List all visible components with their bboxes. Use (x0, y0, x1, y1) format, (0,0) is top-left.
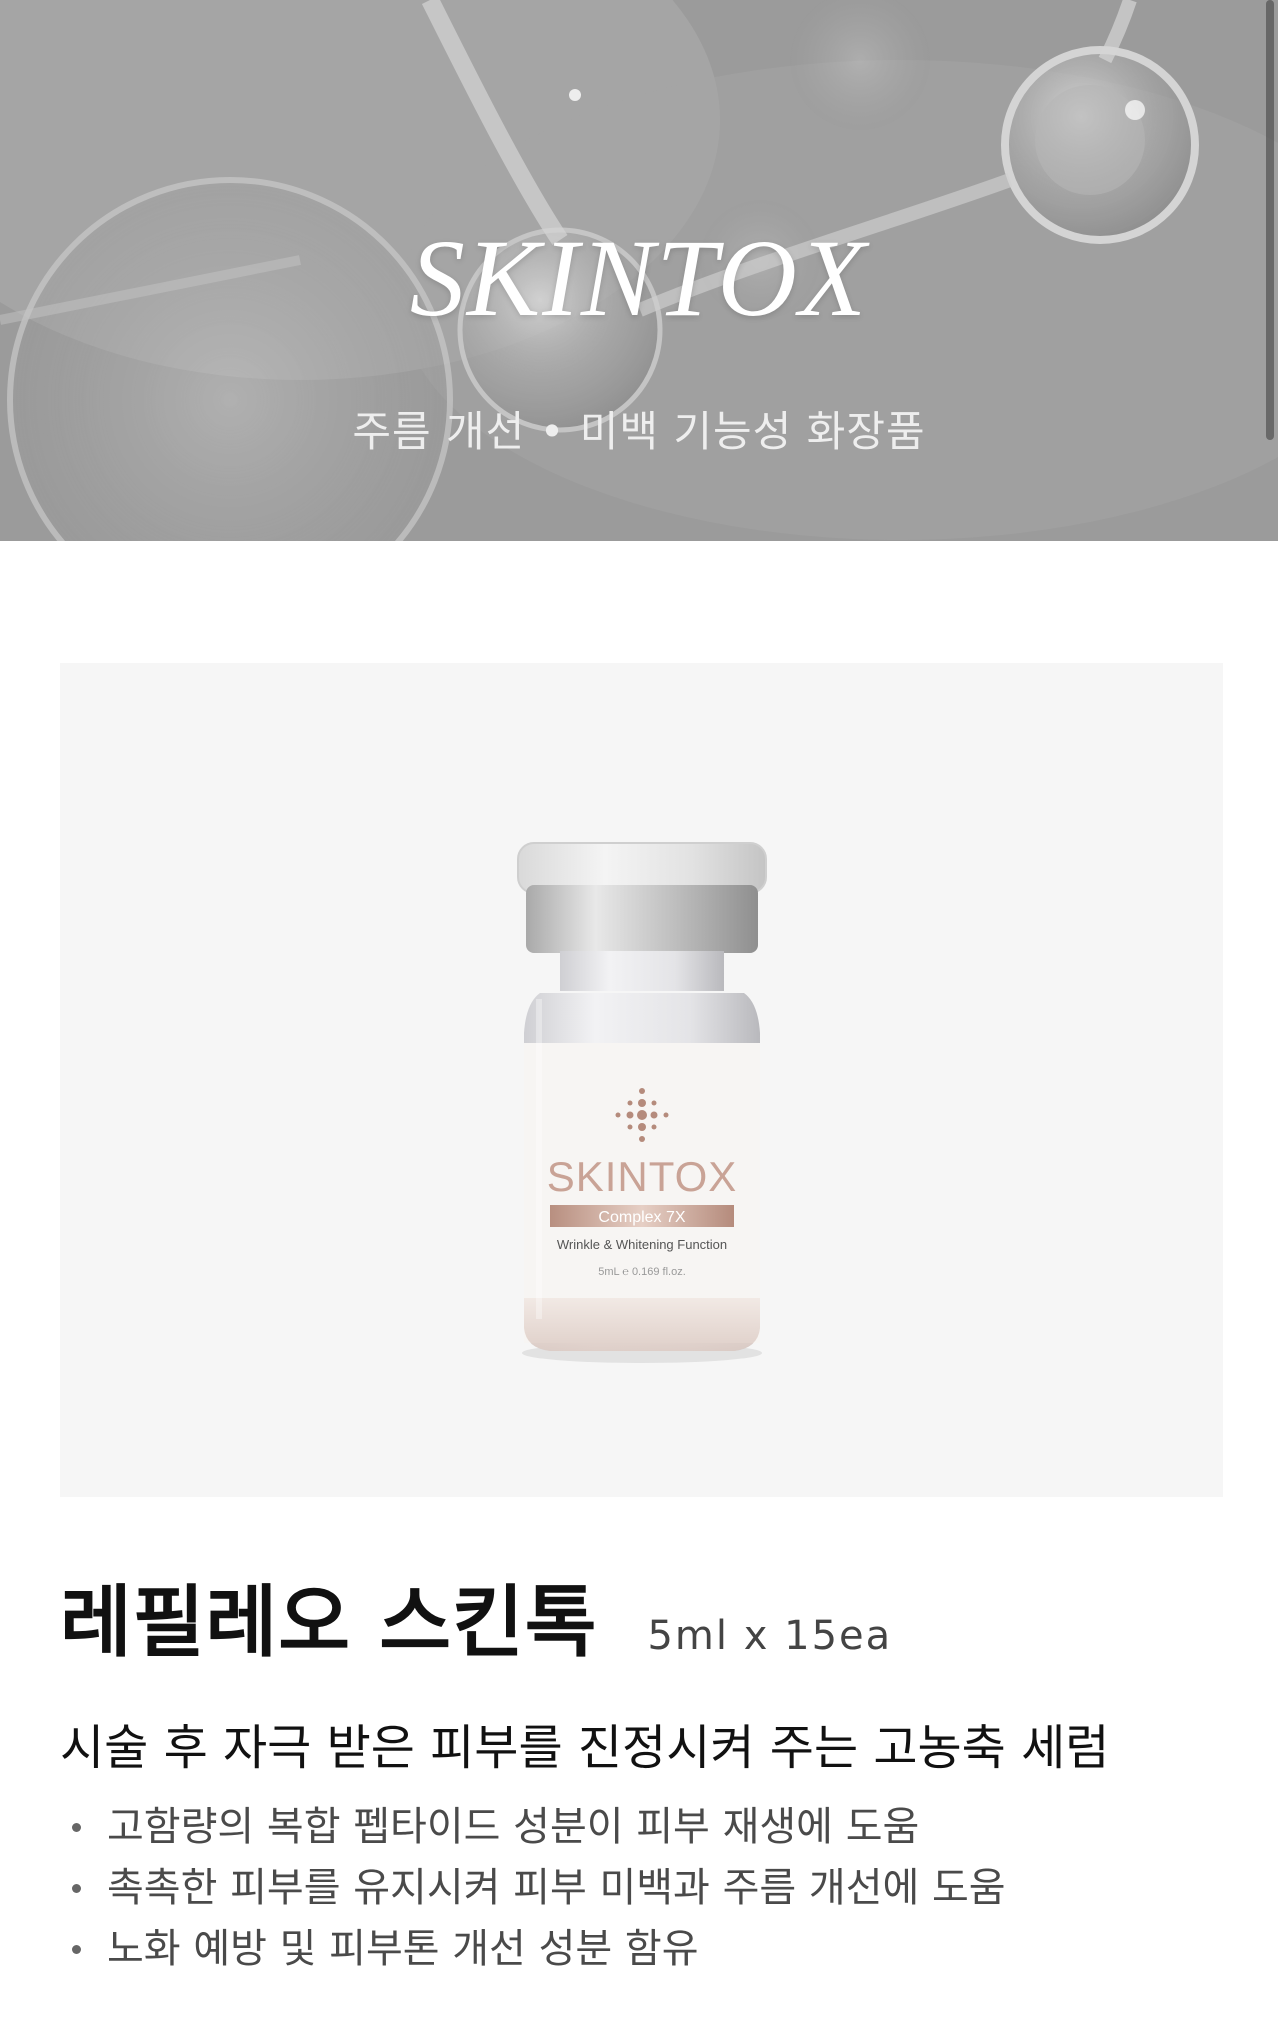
product-vial-image: SKINTOX Complex 7X Wrinkle & Whitening F… (517, 842, 767, 1363)
scrollbar-thumb[interactable] (1266, 0, 1274, 440)
feature-item: 촉촉한 피부를 유지시켜 피부 미백과 주름 개선에 도움 (60, 1858, 1240, 1919)
feature-text: 고함량의 복합 펩타이드 성분이 피부 재생에 도움 (107, 1804, 920, 1850)
feature-item: 노화 예방 및 피부톤 개선 성분 함유 (60, 1919, 1240, 1980)
vial-function-text: Wrinkle & Whitening Function (557, 1237, 727, 1252)
feature-text: 노화 예방 및 피부톤 개선 성분 함유 (107, 1926, 699, 1972)
product-image-panel: SKINTOX Complex 7X Wrinkle & Whitening F… (60, 663, 1223, 1497)
hero-title: SKINTOX (409, 217, 869, 339)
hero-banner: SKINTOX 주름 개선 • 미백 기능성 화장품 (0, 0, 1278, 541)
product-title-row: 레필레오 스킨톡 5ml x 15ea (60, 1560, 1220, 1668)
vial-brand-text: SKINTOX (547, 1153, 738, 1200)
vial-line-text: Complex 7X (598, 1209, 685, 1226)
feature-list: 고함량의 복합 펩타이드 성분이 피부 재생에 도움 촉촉한 피부를 유지시켜 … (60, 1797, 1240, 1980)
bullet-icon (72, 1823, 81, 1832)
bullet-icon (72, 1884, 81, 1893)
feature-item: 고함량의 복합 펩타이드 성분이 피부 재생에 도움 (60, 1797, 1240, 1858)
feature-text: 촉촉한 피부를 유지시켜 피부 미백과 주름 개선에 도움 (107, 1865, 1006, 1911)
hero-subtitle: 주름 개선 • 미백 기능성 화장품 (352, 407, 926, 456)
product-headline: 시술 후 자극 받은 피부를 진정시켜 주는 고농축 세럼 (60, 1720, 1110, 1776)
product-name: 레필레오 스킨톡 (60, 1578, 598, 1668)
vial-volume-text: 5mL ℮ 0.169 fl.oz. (598, 1266, 686, 1278)
bullet-icon (72, 1945, 81, 1954)
product-spec: 5ml x 15ea (647, 1613, 893, 1659)
